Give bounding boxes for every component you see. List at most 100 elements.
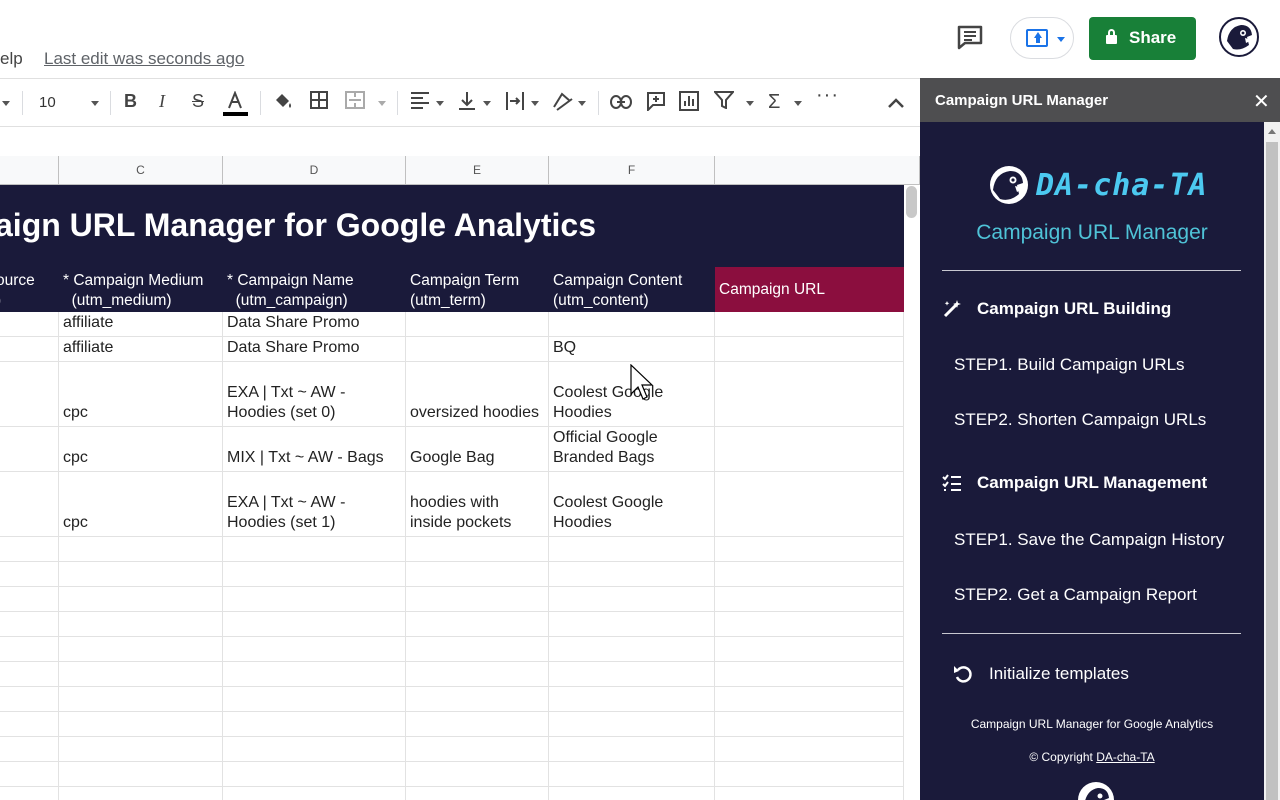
cell-name[interactable]: EXA | Txt ~ AW - Hoodies (set 1) [223, 472, 406, 536]
present-button[interactable] [1010, 17, 1074, 59]
cell-empty[interactable] [549, 537, 715, 561]
column-header-b[interactable] [0, 156, 59, 185]
cell-empty[interactable] [223, 537, 406, 561]
cell-empty[interactable] [0, 712, 59, 736]
cell-empty[interactable] [549, 687, 715, 711]
cell-term[interactable]: Google Bag [406, 427, 549, 471]
collapse-toolbar-icon[interactable] [887, 91, 905, 115]
cell-empty[interactable] [0, 587, 59, 611]
step-campaign-report[interactable]: STEP2. Get a Campaign Report [954, 585, 1197, 605]
header-name[interactable]: * Campaign Name (utm_campaign) [223, 267, 406, 312]
cell-empty[interactable] [0, 537, 59, 561]
insert-link-icon[interactable] [610, 91, 632, 115]
formula-bar[interactable] [0, 126, 920, 156]
menu-help[interactable]: elp [0, 49, 23, 69]
cell-empty[interactable] [549, 787, 715, 800]
cell-empty[interactable] [715, 472, 904, 536]
cell-empty[interactable] [406, 712, 549, 736]
comment-history-icon[interactable] [954, 24, 986, 52]
chevron-down-icon[interactable] [531, 101, 539, 106]
cell-empty[interactable] [223, 612, 406, 636]
cell-empty[interactable] [715, 787, 904, 800]
cell-empty[interactable] [0, 687, 59, 711]
cell-empty[interactable] [59, 737, 223, 761]
column-header-d[interactable]: D [223, 156, 406, 185]
italic-icon[interactable]: I [159, 91, 165, 115]
cell-content[interactable] [549, 312, 715, 336]
header-content[interactable]: Campaign Content (utm_content) [549, 267, 715, 312]
cell-empty[interactable] [406, 762, 549, 786]
cell-medium[interactable]: cpc [59, 362, 223, 426]
cell-empty[interactable] [406, 537, 549, 561]
merge-cells-icon[interactable] [345, 91, 365, 115]
cell-empty[interactable] [715, 537, 904, 561]
cell-empty[interactable] [0, 472, 59, 536]
copyright-link[interactable]: DA-cha-TA [1096, 750, 1154, 764]
cell-term[interactable] [406, 337, 549, 361]
chevron-down-icon[interactable] [794, 101, 802, 106]
cell-medium[interactable]: affiliate [59, 312, 223, 336]
cell-empty[interactable] [223, 787, 406, 800]
cell-empty[interactable] [223, 687, 406, 711]
cell-empty[interactable] [715, 312, 904, 336]
functions-icon[interactable]: Σ [768, 91, 780, 115]
cell-empty[interactable] [549, 712, 715, 736]
column-header-c[interactable]: C [59, 156, 223, 185]
cell-empty[interactable] [715, 637, 904, 661]
chevron-down-icon[interactable] [436, 101, 444, 106]
chevron-down-icon[interactable] [91, 101, 99, 106]
cell-empty[interactable] [549, 637, 715, 661]
cell-empty[interactable] [59, 637, 223, 661]
cell-name[interactable]: Data Share Promo [223, 337, 406, 361]
cell-empty[interactable] [0, 562, 59, 586]
header-campaign-url[interactable]: Campaign URL [715, 267, 904, 312]
cell-empty[interactable] [59, 562, 223, 586]
column-header-e[interactable]: E [406, 156, 549, 185]
grid-scrollbar[interactable] [906, 186, 917, 218]
cell-empty[interactable] [223, 587, 406, 611]
cell-empty[interactable] [406, 662, 549, 686]
cell-empty[interactable] [406, 612, 549, 636]
text-color-icon[interactable] [223, 91, 248, 116]
cell-empty[interactable] [715, 612, 904, 636]
vertical-align-icon[interactable] [458, 91, 476, 115]
cell-empty[interactable] [0, 637, 59, 661]
cell-empty[interactable] [406, 737, 549, 761]
chevron-down-icon[interactable] [746, 101, 754, 106]
cell-empty[interactable] [223, 712, 406, 736]
step-build-urls[interactable]: STEP1. Build Campaign URLs [954, 355, 1185, 375]
cell-empty[interactable] [59, 537, 223, 561]
cell-empty[interactable] [59, 787, 223, 800]
cell-empty[interactable] [0, 427, 59, 471]
chevron-down-icon[interactable] [578, 101, 586, 106]
cell-empty[interactable] [715, 712, 904, 736]
cell-empty[interactable] [406, 562, 549, 586]
cell-empty[interactable] [715, 737, 904, 761]
cell-content[interactable]: BQ [549, 337, 715, 361]
cell-empty[interactable] [0, 737, 59, 761]
scroll-up-icon[interactable] [1268, 129, 1276, 134]
cell-empty[interactable] [0, 612, 59, 636]
font-size-select[interactable]: 10 [39, 94, 56, 111]
filter-icon[interactable] [714, 91, 734, 115]
column-header-g[interactable] [715, 156, 920, 185]
cell-empty[interactable] [59, 662, 223, 686]
cell-empty[interactable] [59, 587, 223, 611]
cell-empty[interactable] [406, 787, 549, 800]
cell-empty[interactable] [549, 562, 715, 586]
cell-empty[interactable] [715, 762, 904, 786]
header-term[interactable]: Campaign Term (utm_term) [406, 267, 549, 312]
bold-icon[interactable]: B [124, 91, 137, 115]
header-medium[interactable]: * Campaign Medium (utm_medium) [59, 267, 223, 312]
column-header-f[interactable]: F [549, 156, 715, 185]
step-shorten-urls[interactable]: STEP2. Shorten Campaign URLs [954, 410, 1206, 430]
cell-empty[interactable] [0, 312, 59, 336]
cell-empty[interactable] [549, 612, 715, 636]
sidebar-scrollbar[interactable] [1264, 122, 1280, 800]
cell-empty[interactable] [223, 562, 406, 586]
cell-empty[interactable] [59, 687, 223, 711]
step-save-history[interactable]: STEP1. Save the Campaign History [954, 530, 1224, 550]
cell-empty[interactable] [223, 762, 406, 786]
share-button[interactable]: Share [1089, 17, 1196, 60]
cell-empty[interactable] [59, 762, 223, 786]
